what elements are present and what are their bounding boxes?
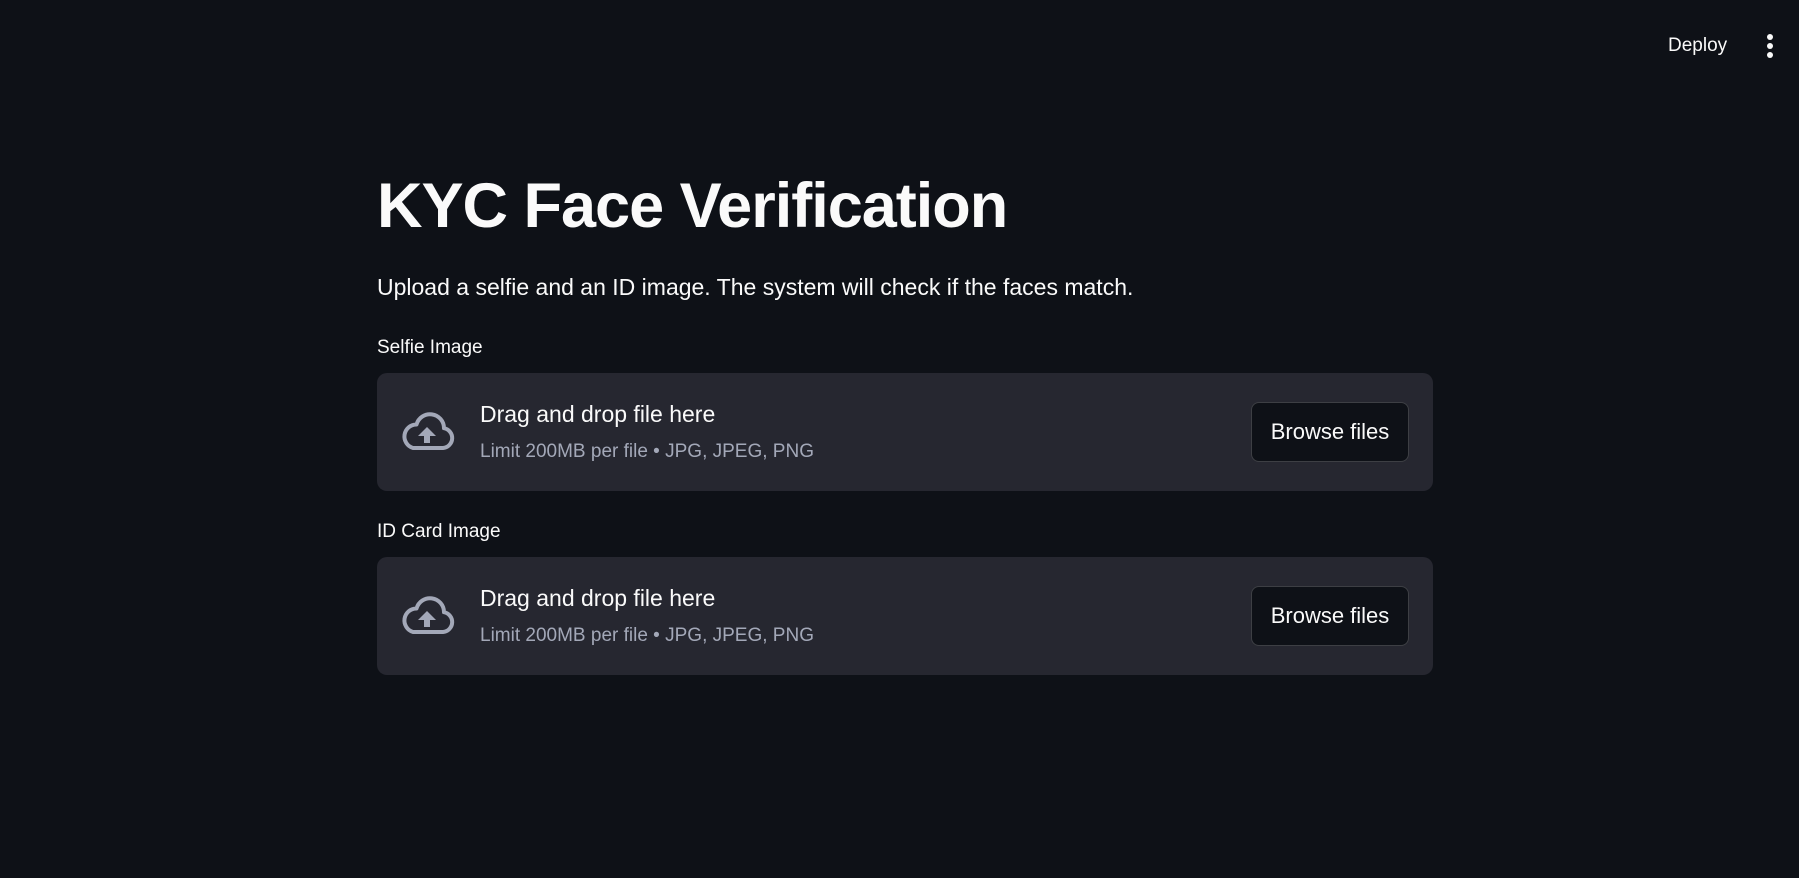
selfie-browse-files-button[interactable]: Browse files (1251, 402, 1409, 462)
selfie-uploader-label: Selfie Image (377, 337, 483, 358)
id-card-dropzone[interactable]: Drag and drop file here Limit 200MB per … (377, 557, 1433, 675)
page-description: Upload a selfie and an ID image. The sys… (377, 274, 1134, 300)
deploy-button[interactable]: Deploy (1656, 30, 1739, 62)
dropzone-instructions: Drag and drop file here (480, 401, 716, 427)
selfie-dropzone[interactable]: Drag and drop file here Limit 200MB per … (377, 373, 1433, 491)
dropzone-file-limit: Limit 200MB per file • JPG, JPEG, PNG (480, 625, 814, 646)
app-header: Deploy (0, 0, 1799, 90)
cloud-upload-icon (402, 412, 455, 450)
page-title: KYC Face Verification (377, 171, 1008, 241)
id-card-uploader-label: ID Card Image (377, 521, 501, 542)
dropzone-file-limit: Limit 200MB per file • JPG, JPEG, PNG (480, 441, 814, 462)
id-card-browse-files-button[interactable]: Browse files (1251, 586, 1409, 646)
dropzone-instructions: Drag and drop file here (480, 585, 716, 611)
kebab-menu-icon (1754, 34, 1786, 58)
main-menu-button[interactable] (1754, 28, 1786, 64)
cloud-upload-icon (402, 596, 455, 634)
